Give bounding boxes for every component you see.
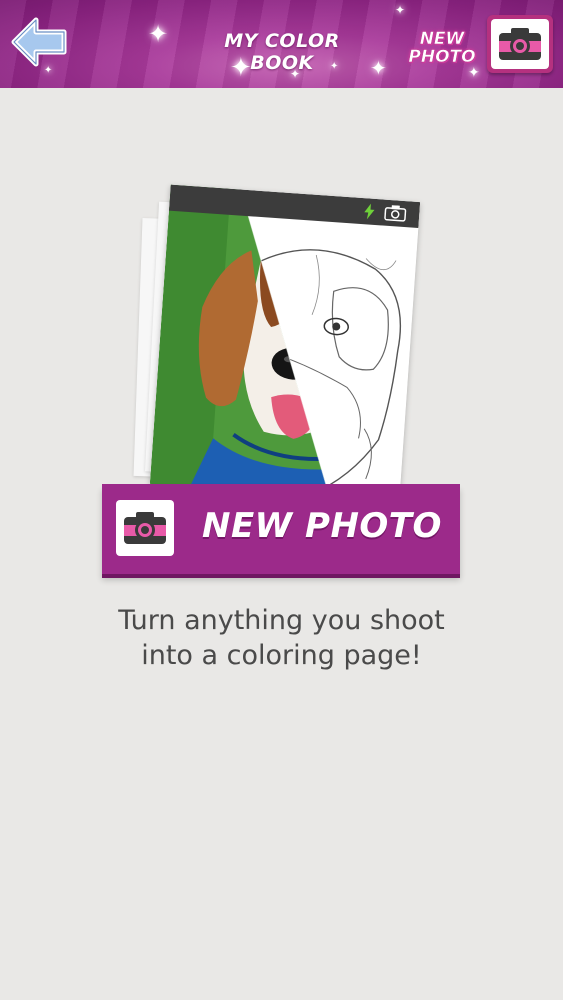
caption-text: Turn anything you shoot into a coloring … [40, 603, 523, 673]
sparkle-decoration: ✦ [395, 3, 406, 17]
sparkle-decoration: ✦ [148, 20, 169, 48]
coloring-page-illustration [130, 184, 450, 502]
new-photo-button[interactable]: NEW PHOTO [102, 484, 460, 574]
phone-preview [149, 184, 421, 502]
header-new-photo-label[interactable]: NEW PHOTO [404, 29, 480, 67]
header-camera-button[interactable] [487, 15, 553, 73]
button-camera-badge [116, 500, 174, 556]
back-arrow-icon [11, 17, 67, 67]
top-bar: ✦ ✦ ✦ ✦ ✦ ✦ ✦ ✦ MY COLOR BOOK NEW PHOTO [0, 0, 563, 88]
camera-icon [499, 28, 541, 60]
page-title: MY COLOR BOOK [224, 30, 340, 74]
sparkle-decoration: ✦ [468, 65, 480, 81]
dog-photo-to-sketch-image [149, 184, 421, 502]
new-photo-button-label: NEW PHOTO [202, 506, 442, 546]
caption-line-2: into a coloring page! [141, 640, 422, 671]
header-new-photo-line2: PHOTO [408, 47, 476, 67]
switch-camera-icon [384, 205, 407, 222]
camera-icon [124, 512, 166, 544]
flash-icon [364, 203, 375, 220]
sparkle-decoration: ✦ [370, 56, 387, 80]
back-button[interactable] [8, 14, 70, 70]
header-new-photo-line1: NEW [419, 29, 465, 49]
caption-line-1: Turn anything you shoot [118, 605, 445, 636]
